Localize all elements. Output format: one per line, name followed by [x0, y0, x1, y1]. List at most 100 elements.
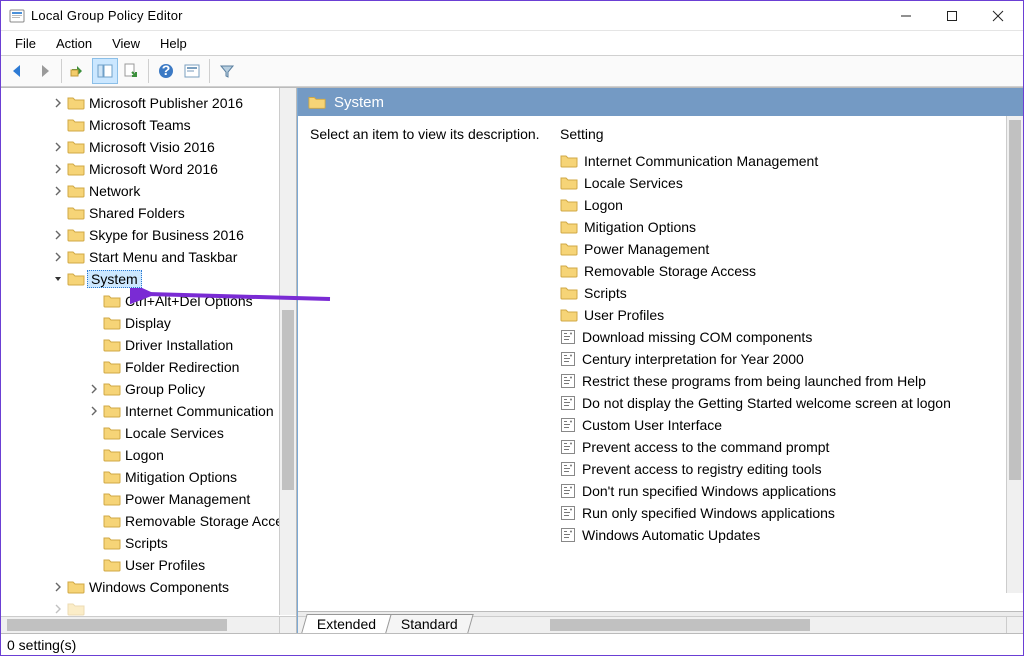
 — [87, 536, 101, 550]
show-tree-button[interactable] — [92, 58, 118, 84]
list-item[interactable]: Mitigation Options — [560, 216, 1023, 238]
up-button[interactable] — [66, 58, 92, 84]
list-item-label: Do not display the Getting Started welco… — [582, 395, 951, 411]
chevron-right-icon[interactable] — [51, 228, 65, 242]
tree-item-label: Locale Services — [123, 425, 226, 441]
status-bar: 0 setting(s) — [1, 633, 1023, 655]
tree-item[interactable]: Driver Installation — [11, 334, 296, 356]
list-item[interactable]: Power Management — [560, 238, 1023, 260]
tree-item[interactable]: Skype for Business 2016 — [11, 224, 296, 246]
list-vscroll[interactable] — [1006, 116, 1023, 593]
chevron-right-icon[interactable] — [51, 184, 65, 198]
menu-view[interactable]: View — [104, 34, 148, 53]
tree-item[interactable]: Logon — [11, 444, 296, 466]
 — [87, 426, 101, 440]
chevron-right-icon[interactable] — [87, 382, 101, 396]
nav-forward-button[interactable] — [31, 58, 57, 84]
list-item[interactable]: Prevent access to the command promptN — [560, 436, 1023, 458]
setting-icon — [560, 527, 576, 543]
tree-item[interactable]: Microsoft Word 2016 — [11, 158, 296, 180]
folder-icon — [67, 139, 85, 155]
chevron-right-icon[interactable] — [51, 602, 65, 616]
menu-help[interactable]: Help — [152, 34, 195, 53]
tree-item[interactable]: Display — [11, 312, 296, 334]
nav-back-button[interactable] — [5, 58, 31, 84]
tree-item[interactable]: Scripts — [11, 532, 296, 554]
tree-vscroll[interactable] — [279, 88, 296, 615]
list-item[interactable]: Don't run specified Windows applications… — [560, 480, 1023, 502]
menu-action[interactable]: Action — [48, 34, 100, 53]
list-item[interactable]: Do not display the Getting Started welco… — [560, 392, 1023, 414]
 — [87, 316, 101, 330]
list-item-label: User Profiles — [584, 307, 664, 323]
properties-button[interactable] — [179, 58, 205, 84]
folder-icon — [103, 535, 121, 551]
tree-item[interactable]: Internet Communication — [11, 400, 296, 422]
setting-icon — [560, 351, 576, 367]
tree-item[interactable]: Locale Services — [11, 422, 296, 444]
list-item[interactable]: Run only specified Windows applicationsN — [560, 502, 1023, 524]
chevron-right-icon[interactable] — [51, 162, 65, 176]
tree-item[interactable]: Microsoft Teams — [11, 114, 296, 136]
tree-item-label: Scripts — [123, 535, 170, 551]
list-item[interactable]: Locale Services — [560, 172, 1023, 194]
tree-item[interactable]: System — [11, 268, 296, 290]
tree-item[interactable]: Removable Storage Acce — [11, 510, 296, 532]
setting-icon — [560, 417, 576, 433]
list-item[interactable]: Custom User InterfaceN — [560, 414, 1023, 436]
list-item[interactable]: User Profiles — [560, 304, 1023, 326]
tree-item[interactable]: Network — [11, 180, 296, 202]
tree-item-label: Shared Folders — [87, 205, 187, 221]
list-item-label: Internet Communication Management — [584, 153, 818, 169]
list-item[interactable]: Logon — [560, 194, 1023, 216]
tree-item[interactable]: Shared Folders — [11, 202, 296, 224]
tree-item[interactable]: User Profiles — [11, 554, 296, 576]
chevron-right-icon[interactable] — [51, 140, 65, 154]
tree-item-label: Internet Communication — [123, 403, 276, 419]
tree-item[interactable]: Group Policy — [11, 378, 296, 400]
list-item[interactable]: Download missing COM componentsN — [560, 326, 1023, 348]
tree-item[interactable]: Ctrl+Alt+Del Options — [11, 290, 296, 312]
tree-item-label: Microsoft Teams — [87, 117, 193, 133]
folder-icon — [103, 403, 121, 419]
 — [87, 470, 101, 484]
folder-icon — [103, 315, 121, 331]
chevron-right-icon[interactable] — [51, 580, 65, 594]
tab-extended[interactable]: Extended — [301, 614, 392, 633]
tree-item[interactable]: Power Management — [11, 488, 296, 510]
chevron-right-icon[interactable] — [51, 250, 65, 264]
list-item[interactable]: Windows Automatic UpdatesN — [560, 524, 1023, 546]
column-header-setting[interactable]: Setting — [560, 126, 1023, 142]
list-item-label: Custom User Interface — [582, 417, 722, 433]
tree-item[interactable]: Microsoft Publisher 2016 — [11, 92, 296, 114]
tree-item[interactable]: Microsoft Visio 2016 — [11, 136, 296, 158]
tree-item[interactable]: Windows Components — [11, 576, 296, 598]
list-item[interactable]: Internet Communication Management — [560, 150, 1023, 172]
list-item[interactable]: Prevent access to registry editing tools… — [560, 458, 1023, 480]
list-item-label: Download missing COM components — [582, 329, 812, 345]
maximize-button[interactable] — [929, 1, 975, 31]
chevron-down-icon[interactable] — [51, 272, 65, 286]
tree-item[interactable]: Mitigation Options — [11, 466, 296, 488]
list-item[interactable]: Century interpretation for Year 2000N — [560, 348, 1023, 370]
tree-hscroll[interactable] — [1, 616, 279, 633]
tab-standard[interactable]: Standard — [385, 614, 473, 633]
export-list-button[interactable] — [118, 58, 144, 84]
chevron-right-icon[interactable] — [87, 404, 101, 418]
list-item-label: Removable Storage Access — [584, 263, 756, 279]
help-button[interactable]: ? — [153, 58, 179, 84]
setting-icon — [560, 505, 576, 521]
setting-icon — [560, 461, 576, 477]
menu-file[interactable]: File — [7, 34, 44, 53]
folder-icon — [560, 285, 578, 301]
minimize-button[interactable] — [883, 1, 929, 31]
filter-button[interactable] — [214, 58, 240, 84]
tree-item[interactable]: Start Menu and Taskbar — [11, 246, 296, 268]
tree-item[interactable]: Folder Redirection — [11, 356, 296, 378]
folder-icon — [560, 175, 578, 191]
list-item[interactable]: Removable Storage Access — [560, 260, 1023, 282]
chevron-right-icon[interactable] — [51, 96, 65, 110]
close-button[interactable] — [975, 1, 1021, 31]
list-item[interactable]: Scripts — [560, 282, 1023, 304]
list-item[interactable]: Restrict these programs from being launc… — [560, 370, 1023, 392]
